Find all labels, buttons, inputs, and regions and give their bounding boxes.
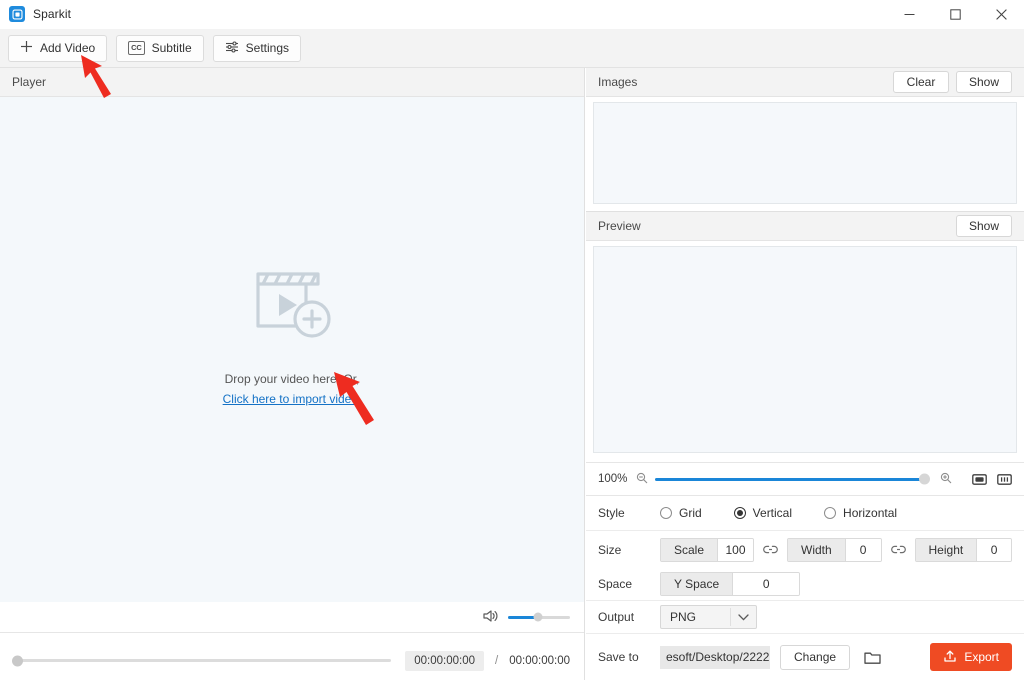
link-icon[interactable] [890,544,906,555]
output-row: Output PNG [586,601,1024,634]
images-pane-actions: Clear Show [893,71,1012,93]
height-field-label: Height [915,538,978,561]
scale-input[interactable]: 100 [718,538,754,561]
zoom-out-icon[interactable] [636,472,648,487]
y-space-input[interactable]: 0 [733,573,800,595]
window-title: Sparkit [33,7,72,21]
zoom-slider[interactable] [655,473,930,485]
height-field[interactable]: Height 0 [914,537,1012,562]
images-pane: Images Clear Show [586,68,1024,211]
export-label: Export [964,650,999,664]
preview-pane-actions: Show [956,215,1012,237]
y-space-field[interactable]: Y Space 0 [660,572,801,596]
video-dropzone[interactable]: Drop your video here! Or, Click here to … [0,97,584,602]
preview-show-button[interactable]: Show [956,215,1012,237]
size-label: Size [598,542,622,557]
link-icon[interactable] [763,544,778,555]
radio-icon [660,507,672,519]
time-separator: / [495,654,499,667]
images-clear-button[interactable]: Clear [893,71,949,93]
title-bar: Sparkit [0,0,1024,29]
size-row: Size Scale 100 Width 0 Height 0 [586,531,1024,568]
settings-button[interactable]: Settings [212,34,301,62]
fit-page-icon[interactable] [997,473,1012,486]
images-show-button[interactable]: Show [956,71,1012,93]
window-controls [886,0,1024,29]
sparkit-logo-icon [9,6,25,22]
player-pane-header: Player [0,68,584,97]
style-option-horizontal-label: Horizontal [843,506,898,520]
style-label: Style [598,506,625,520]
fit-width-icon[interactable] [972,473,987,486]
save-to-row: Save to esoft/Desktop/2222 Change Export [586,634,1024,680]
export-button[interactable]: Export [930,643,1012,671]
zoom-percent-label: 100% [598,473,628,485]
add-video-label: Add Video [40,41,96,55]
zoom-slider-knob[interactable] [919,473,930,485]
style-option-grid-label: Grid [679,506,702,520]
volume-icon[interactable] [482,609,498,626]
save-path-input[interactable]: esoft/Desktop/2222 [660,645,770,669]
settings-label: Settings [245,41,289,55]
style-option-vertical-label: Vertical [752,506,793,520]
scale-field[interactable]: Scale 100 [660,537,755,562]
dropzone-content: Drop your video here! Or, Click here to … [223,254,362,406]
chevron-down-icon [738,610,749,624]
radio-icon [733,507,746,519]
seek-slider[interactable] [12,655,392,666]
images-pane-title: Images [598,75,638,89]
preview-pane-header: Preview Show [586,212,1024,241]
zoom-row: 100% [586,462,1024,496]
width-input[interactable]: 0 [845,538,881,561]
style-option-grid[interactable]: Grid [660,506,702,520]
dropzone-text: Drop your video here! Or, [224,371,360,386]
folder-icon[interactable] [864,650,881,665]
width-field-label: Width [788,538,846,561]
preview-canvas-area[interactable] [593,246,1017,453]
volume-slider-knob[interactable] [533,612,543,622]
output-format-value: PNG [670,610,697,624]
change-path-button[interactable]: Change [780,644,851,670]
style-row: Style Grid Vertical Horizontal [586,496,1024,531]
style-option-vertical[interactable]: Vertical [733,506,793,520]
volume-slider[interactable] [508,612,570,622]
add-video-button[interactable]: Add Video [8,34,108,62]
scale-field-label: Scale [661,538,719,561]
style-option-horizontal[interactable]: Horizontal [824,506,897,520]
volume-row [0,602,584,633]
cc-icon: CC [128,41,145,55]
import-video-link[interactable]: Click here to import video. [223,392,362,406]
y-space-field-label: Y Space [661,573,734,595]
preview-pane: Preview Show [586,212,1024,460]
height-input[interactable]: 0 [977,538,1011,561]
output-format-select[interactable]: PNG [660,605,757,629]
save-to-label: Save to [598,650,639,664]
application-window: Sparkit Add Video CC Subtitle Settings P… [0,0,1024,680]
space-row: Space Y Space 0 [586,568,1024,601]
sliders-icon [225,40,239,57]
player-pane: Player Drop your video here! Or, Click h… [0,68,585,680]
zoom-in-icon[interactable] [940,472,952,487]
output-label: Output [598,610,635,624]
upload-icon [943,649,957,666]
subtitle-label: Subtitle [151,41,192,55]
current-time: 00:00:00:00 [405,650,485,671]
video-add-placeholder-icon [246,254,338,346]
minimize-button[interactable] [886,0,932,29]
space-label: Space [598,577,633,591]
seek-row: 00:00:00:00 / 00:00:00:00 [0,633,584,680]
maximize-button[interactable] [932,0,978,29]
main-toolbar: Add Video CC Subtitle Settings [0,29,1024,68]
width-field[interactable]: Width 0 [787,537,882,562]
seek-slider-knob[interactable] [12,655,23,666]
radio-icon [824,507,837,519]
player-pane-title: Player [12,75,47,89]
images-list-area[interactable] [593,102,1017,204]
close-button[interactable] [978,0,1024,29]
preview-pane-title: Preview [598,219,641,233]
plus-icon [20,40,33,56]
subtitle-button[interactable]: CC Subtitle [116,34,204,62]
total-time: 00:00:00:00 [509,654,570,667]
images-pane-header: Images Clear Show [586,68,1024,97]
